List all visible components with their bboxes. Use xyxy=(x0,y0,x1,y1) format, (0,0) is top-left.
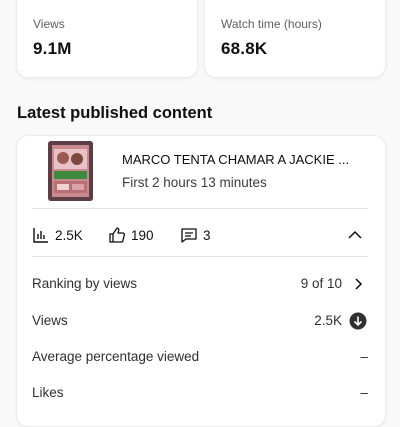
views-metric: 2.5K xyxy=(32,226,83,244)
chevron-right-icon[interactable] xyxy=(348,274,368,294)
watch-time-stat-card[interactable]: Watch time (hours) 68.8K xyxy=(204,0,386,78)
ranking-by-views-row[interactable]: Ranking by views 9 of 10 xyxy=(32,274,368,294)
views-stat-value: 9.1M xyxy=(33,39,72,58)
ranking-label: Ranking by views xyxy=(32,276,138,291)
comments-metric: 3 xyxy=(180,226,211,244)
watch-time-stat-value: 68.8K xyxy=(221,39,268,58)
views-row: Views 2.5K xyxy=(32,311,368,331)
average-percentage-viewed-row: Average percentage viewed – xyxy=(32,347,368,367)
video-title[interactable]: MARCO TENTA CHAMAR A JACKIE ... xyxy=(122,152,366,167)
ranking-value: 9 of 10 xyxy=(300,276,342,291)
section-title: Latest published content xyxy=(17,104,213,122)
video-published-time: First 2 hours 13 minutes xyxy=(122,175,267,190)
collapse-button[interactable] xyxy=(346,226,364,244)
likes-metric-value: 190 xyxy=(131,227,154,243)
avg-percentage-value: – xyxy=(360,349,368,364)
divider xyxy=(32,256,368,257)
bar-chart-icon xyxy=(32,226,50,244)
views-stat-card[interactable]: Views 9.1M xyxy=(16,0,198,78)
views-stat-label: Views xyxy=(33,17,65,31)
watch-time-stat-label: Watch time (hours) xyxy=(221,17,322,31)
video-thumbnail[interactable] xyxy=(48,141,93,201)
likes-row: Likes – xyxy=(32,383,368,403)
arrow-down-circle-icon xyxy=(348,311,368,331)
views-row-value: 2.5K xyxy=(314,313,342,328)
comment-icon xyxy=(180,226,198,244)
comments-metric-value: 3 xyxy=(203,227,211,243)
divider xyxy=(32,208,368,209)
avg-percentage-label: Average percentage viewed xyxy=(32,349,200,364)
views-metric-value: 2.5K xyxy=(55,227,83,243)
likes-row-label: Likes xyxy=(32,385,64,400)
likes-row-value: – xyxy=(360,385,368,400)
views-row-label: Views xyxy=(32,313,68,328)
chevron-up-icon xyxy=(346,226,364,244)
thumbs-up-icon xyxy=(108,226,126,244)
likes-metric: 190 xyxy=(108,226,154,244)
